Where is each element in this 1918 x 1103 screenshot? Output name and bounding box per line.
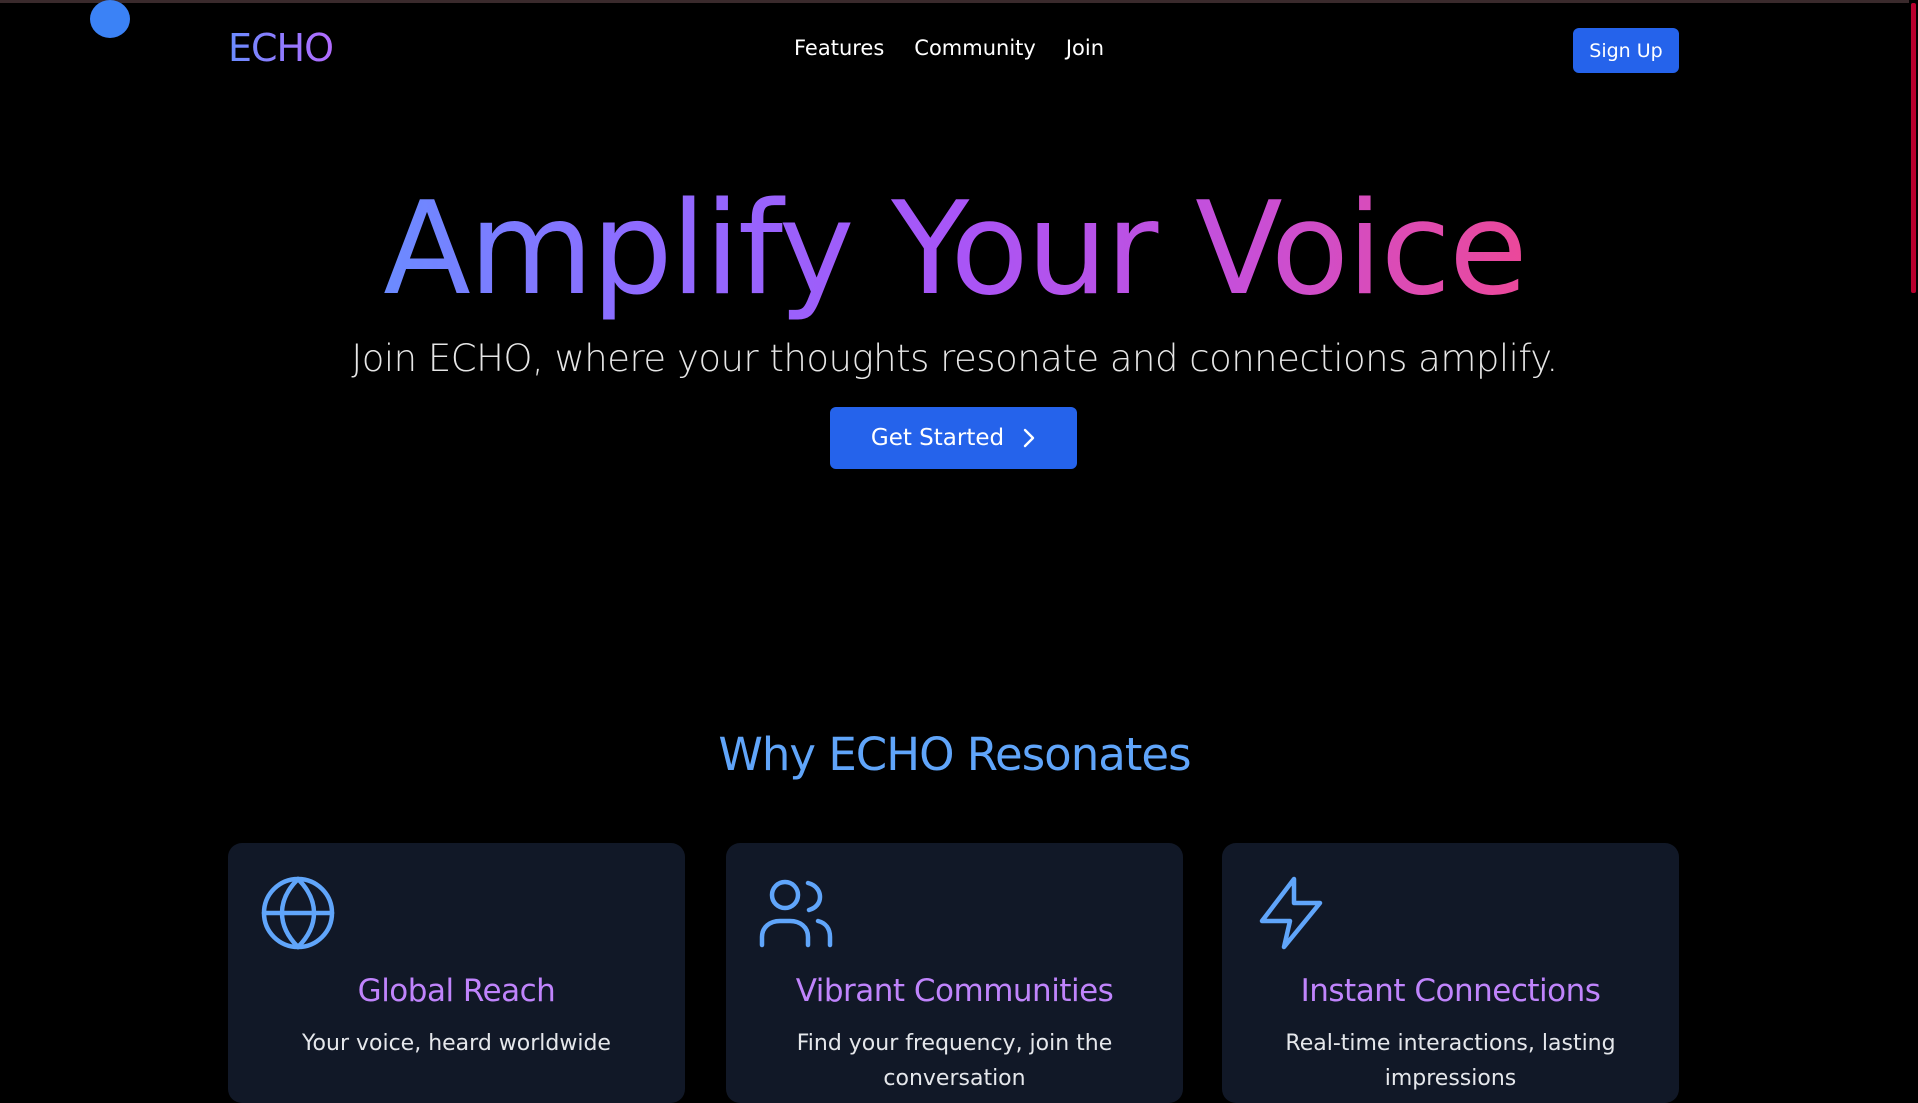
card-text: Real-time interactions, lasting impressi… [1285,1031,1616,1091]
card-title: Vibrant Communities [795,973,1114,1009]
card-text: Find your frequency, join the conversati… [796,1031,1113,1091]
hero-title: Amplify Your Voice [0,175,1909,325]
nav-links: Features Community Join [794,36,1104,60]
feature-card-global-reach: Global Reach Your voice, heard worldwide [228,843,685,1103]
globe-icon [261,876,335,950]
nav-link-community[interactable]: Community [914,36,1036,60]
card-text: Your voice, heard worldwide [302,1031,611,1056]
cursor-dot [90,0,130,38]
navbar: ECHO Features Community Join Sign Up [0,0,1909,100]
get-started-label: Get Started [870,425,1005,451]
logo[interactable]: ECHO [228,26,334,70]
lightning-bolt-icon [1259,876,1323,950]
card-title: Global Reach [357,973,556,1009]
sign-up-button[interactable]: Sign Up [1573,28,1679,73]
users-icon [759,879,833,948]
feature-card-instant-connections: Instant Connections Real-time interactio… [1222,843,1679,1103]
chevron-right-icon [1023,428,1035,448]
nav-link-join[interactable]: Join [1066,36,1104,60]
section-title: Why ECHO Resonates [718,728,1191,781]
scrollbar-thumb[interactable] [1911,3,1916,293]
nav-link-features[interactable]: Features [794,36,884,60]
card-title: Instant Connections [1300,973,1601,1009]
get-started-button[interactable]: Get Started [830,407,1077,469]
hero-title-text: Amplify Your Voice [383,175,1527,324]
hero-subtitle: Join ECHO, where your thoughts resonate … [351,337,1558,380]
feature-card-vibrant-communities: Vibrant Communities Find your frequency,… [726,843,1183,1103]
